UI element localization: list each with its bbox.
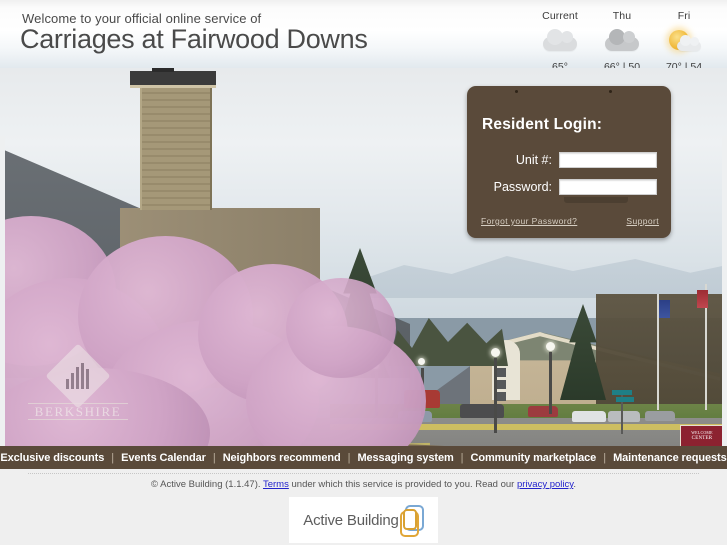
chimney-flue <box>152 68 174 72</box>
resident-login-panel: Resident Login: Unit #: Password: Forgot… <box>467 86 671 238</box>
weather-temp: 65° <box>552 61 568 68</box>
weather-day-label: Thu <box>612 10 632 22</box>
weather-temp: 66° | 50 <box>603 61 641 68</box>
nav-item-neighbors-recommend[interactable]: Neighbors recommend <box>216 452 348 464</box>
welcome-sign-line-2: CENTER <box>691 436 713 441</box>
site-header: Welcome to your official online service … <box>0 0 727 68</box>
nav-item-exclusive-discounts[interactable]: Exclusive discounts <box>0 452 111 464</box>
password-field-row: Password: <box>471 179 657 195</box>
support-link[interactable]: Support <box>626 216 659 226</box>
page-root: Welcome to your official online service … <box>0 0 727 545</box>
footer-middle-text: under which this service is provided to … <box>291 479 515 490</box>
parked-car <box>572 411 606 422</box>
weather-column-current: Current 65° <box>529 10 591 68</box>
cloud-overcast-icon <box>591 25 653 59</box>
panel-nail-icon <box>515 90 518 93</box>
weather-temp: 70° | 54 <box>665 61 703 68</box>
parked-car <box>608 411 640 422</box>
parked-car <box>645 411 675 421</box>
page-title: Carriages at Fairwood Downs <box>20 24 368 54</box>
privacy-policy-link[interactable]: privacy policy <box>517 479 573 490</box>
footer-divider <box>28 473 699 474</box>
cherry-blossom-canopy <box>286 278 396 378</box>
weather-column-thu: Thu 66° | 50 <box>591 10 653 68</box>
login-links: Forgot your Password? Support <box>481 216 659 226</box>
nav-item-messaging-system[interactable]: Messaging system <box>350 452 460 464</box>
forgot-password-link[interactable]: Forgot your Password? <box>481 216 577 226</box>
footer-logo: Active Building <box>289 497 438 543</box>
weather-column-fri: Fri 70° | 54 <box>653 10 715 68</box>
cloud-icon <box>529 25 591 59</box>
parked-car <box>528 406 558 417</box>
nav-item-maintenance-requests[interactable]: Maintenance requests <box>606 452 727 464</box>
active-building-wordmark: Active Building <box>303 511 399 529</box>
flag <box>697 290 708 308</box>
weather-day-label: Current <box>542 10 578 22</box>
active-building-logo: Active Building <box>303 505 424 537</box>
panel-nail-icon <box>609 90 612 93</box>
password-label: Password: <box>493 180 552 194</box>
active-building-mark-icon <box>398 505 424 537</box>
copyright-icon: © <box>151 479 159 490</box>
product-version: Active Building (1.1.47). <box>160 479 261 490</box>
chimney-cap <box>130 71 216 88</box>
sun-behind-cloud-icon <box>653 25 715 59</box>
unit-field-row: Unit #: <box>471 152 657 168</box>
weather-widget: Current 65° Thu 66° | 50 Fri 70° | 54 <box>529 10 715 68</box>
parked-car <box>460 404 504 418</box>
login-panel-title: Resident Login: <box>482 116 603 133</box>
unit-input[interactable] <box>559 152 657 168</box>
unit-label: Unit #: <box>515 153 552 167</box>
chimney <box>140 80 212 210</box>
photo-left-edge <box>0 136 5 469</box>
nav-item-community-marketplace[interactable]: Community marketplace <box>464 452 604 464</box>
photo-right-edge <box>722 136 727 469</box>
weather-day-label: Fri <box>677 10 691 22</box>
flag <box>659 300 670 318</box>
footer-legal: © Active Building (1.1.47). Terms under … <box>0 479 727 490</box>
nav-item-events-calendar[interactable]: Events Calendar <box>114 452 213 464</box>
primary-nav: Exclusive discounts | Events Calendar | … <box>0 446 727 469</box>
password-input[interactable] <box>559 179 657 195</box>
terms-link[interactable]: Terms <box>263 479 289 490</box>
footer-period: . <box>573 479 576 490</box>
login-submit-button[interactable] <box>564 197 628 203</box>
